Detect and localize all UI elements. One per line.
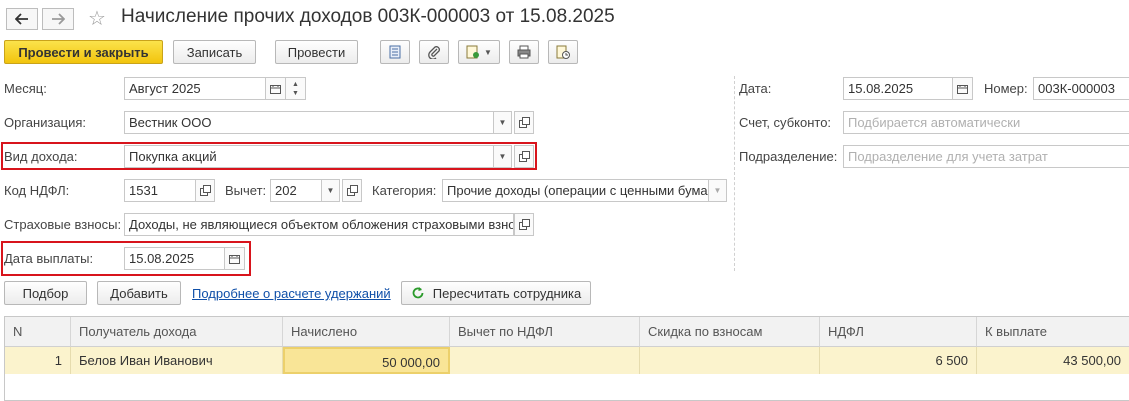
organization-label: Организация: bbox=[4, 115, 87, 130]
insurance-label: Страховые взносы: bbox=[4, 217, 122, 232]
arrow-right-icon bbox=[52, 13, 65, 25]
column-header-discount[interactable]: Скидка по взносам bbox=[640, 317, 820, 347]
select-button[interactable]: Подбор bbox=[4, 281, 87, 305]
deduction-field[interactable]: 202 bbox=[270, 179, 322, 202]
printer-icon bbox=[517, 45, 531, 59]
number-field[interactable]: 003К-000003 bbox=[1033, 77, 1129, 100]
star-icon[interactable]: ☆ bbox=[88, 6, 106, 31]
back-button[interactable] bbox=[6, 8, 38, 30]
window-title: Начисление прочих доходов 003К-000003 от… bbox=[121, 6, 615, 27]
calendar-icon bbox=[270, 84, 281, 94]
date-calendar-button[interactable] bbox=[952, 77, 973, 100]
chevron-down-icon: ▼ bbox=[326, 186, 335, 195]
column-header-accrued[interactable]: Начислено bbox=[283, 317, 450, 347]
deduction-open-button[interactable] bbox=[342, 179, 362, 202]
chevron-down-icon: ▼ bbox=[498, 118, 507, 127]
refresh-icon bbox=[412, 287, 424, 299]
add-button[interactable]: Добавить bbox=[97, 281, 181, 305]
category-label: Категория: bbox=[372, 183, 437, 198]
column-header-payout[interactable]: К выплате bbox=[977, 317, 1129, 347]
document-list-icon bbox=[389, 45, 401, 59]
table-row-ndfl[interactable]: 6 500 bbox=[820, 347, 977, 374]
account-field[interactable]: Подбирается автоматически bbox=[843, 111, 1129, 134]
chevron-down-icon: ▼ bbox=[713, 186, 722, 195]
month-spinner[interactable]: ▲ ▼ bbox=[285, 77, 306, 100]
number-label: Номер: bbox=[984, 81, 1028, 96]
post-and-close-button[interactable]: Провести и закрыть bbox=[4, 40, 163, 64]
table-row-deduction[interactable] bbox=[450, 347, 640, 374]
ndfl-code-open-button[interactable] bbox=[195, 179, 215, 202]
division-field[interactable]: Подразделение для учета затрат bbox=[843, 145, 1129, 168]
spin-down-icon[interactable]: ▼ bbox=[292, 89, 299, 98]
calendar-icon bbox=[957, 84, 968, 94]
organization-field[interactable]: Вестник ООО bbox=[124, 111, 494, 134]
table-row-payout[interactable]: 43 500,00 bbox=[977, 347, 1129, 374]
month-field[interactable]: Август 2025 bbox=[124, 77, 266, 100]
history-button[interactable] bbox=[548, 40, 578, 64]
ndfl-code-field[interactable]: 1531 bbox=[124, 179, 196, 202]
date-label: Дата: bbox=[739, 81, 772, 96]
column-separator bbox=[734, 76, 735, 271]
income-type-highlight bbox=[1, 142, 537, 170]
open-window-icon bbox=[518, 117, 530, 128]
details-link[interactable]: Подробнее о расчете удержаний bbox=[192, 286, 391, 301]
save-button[interactable]: Записать bbox=[173, 40, 256, 64]
arrow-left-icon bbox=[15, 13, 28, 25]
create-based-on-button[interactable]: ▼ bbox=[458, 40, 500, 64]
insurance-field[interactable]: Доходы, не являющиеся объектом обложения… bbox=[124, 213, 514, 236]
post-button[interactable]: Провести bbox=[275, 40, 358, 64]
organization-open-button[interactable] bbox=[514, 111, 534, 134]
deduction-label: Вычет: bbox=[225, 183, 267, 198]
attach-button[interactable] bbox=[419, 40, 449, 64]
organization-dropdown[interactable]: ▼ bbox=[493, 111, 512, 134]
account-label: Счет, субконто: bbox=[739, 115, 832, 130]
table-row-discount[interactable] bbox=[640, 347, 820, 374]
chevron-down-icon: ▼ bbox=[484, 47, 492, 57]
open-window-icon bbox=[199, 185, 211, 196]
recipients-table[interactable]: N Получатель дохода Начислено Вычет по Н… bbox=[4, 316, 1129, 401]
paperclip-icon bbox=[428, 46, 440, 59]
division-label: Подразделение: bbox=[739, 149, 838, 164]
table-row-recipient[interactable]: Белов Иван Иванович bbox=[71, 347, 283, 374]
report-button[interactable] bbox=[380, 40, 410, 64]
date-field[interactable]: 15.08.2025 bbox=[843, 77, 953, 100]
column-header-recipient[interactable]: Получатель дохода bbox=[71, 317, 283, 347]
category-field[interactable]: Прочие доходы (операции с ценными бума bbox=[442, 179, 709, 202]
table-row-accrued[interactable]: 50 000,00 bbox=[283, 347, 450, 374]
document-create-icon bbox=[466, 45, 480, 59]
category-dropdown[interactable]: ▼ bbox=[708, 179, 727, 202]
document-history-icon bbox=[556, 45, 570, 59]
recalculate-button[interactable]: Пересчитать сотрудника bbox=[401, 281, 591, 305]
open-window-icon bbox=[518, 219, 530, 230]
column-header-ndfl[interactable]: НДФЛ bbox=[820, 317, 977, 347]
pay-date-highlight bbox=[1, 241, 251, 276]
open-window-icon bbox=[346, 185, 358, 196]
column-header-deduction[interactable]: Вычет по НДФЛ bbox=[450, 317, 640, 347]
deduction-dropdown[interactable]: ▼ bbox=[321, 179, 340, 202]
column-header-n[interactable]: N bbox=[5, 317, 71, 347]
ndfl-code-label: Код НДФЛ: bbox=[4, 183, 70, 198]
month-label: Месяц: bbox=[4, 81, 47, 96]
table-row-n[interactable]: 1 bbox=[5, 347, 71, 374]
spin-up-icon[interactable]: ▲ bbox=[292, 80, 299, 89]
forward-button[interactable] bbox=[42, 8, 74, 30]
insurance-open-button[interactable] bbox=[514, 213, 534, 236]
calendar-button[interactable] bbox=[265, 77, 286, 100]
recalculate-label: Пересчитать сотрудника bbox=[432, 285, 582, 301]
print-button[interactable] bbox=[509, 40, 539, 64]
